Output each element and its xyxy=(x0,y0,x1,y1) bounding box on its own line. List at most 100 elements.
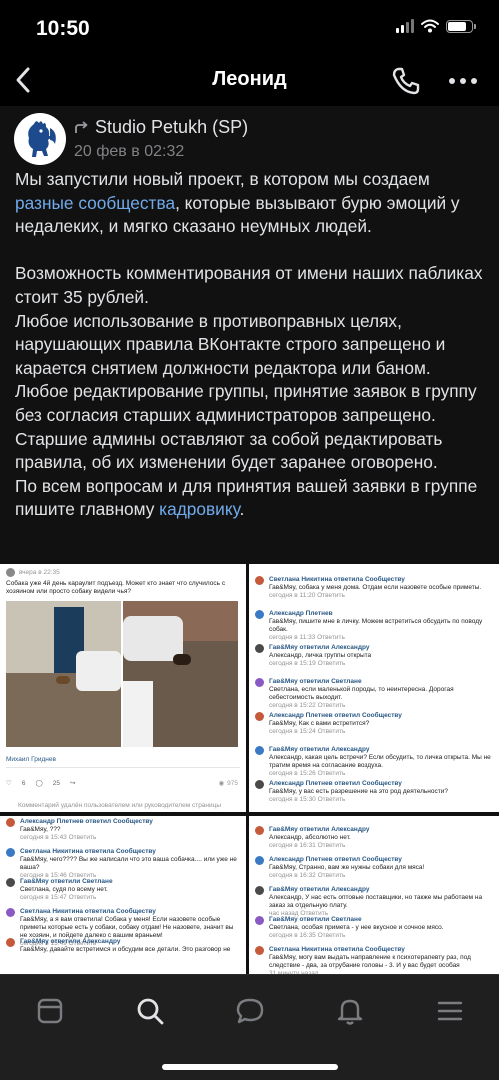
post-text-span: По всем вопросам и для принятия вашей за… xyxy=(15,475,478,520)
post-text: Мы запустили новый проект, в котором мы … xyxy=(15,168,488,522)
attachment-photo-2[interactable]: Светлана Никитина ответила Сообществу Гав… xyxy=(249,564,499,812)
comment-author: Гав&Мяу ответили Александру xyxy=(269,886,370,893)
avatar xyxy=(6,938,15,947)
avatar xyxy=(255,856,264,865)
comment-author: Светлана Никитина ответила Сообществу xyxy=(20,848,156,855)
share-icon: ↪ xyxy=(69,780,76,787)
post-header[interactable]: Studio Petukh (SP) 20 фев в 02:32 xyxy=(14,113,484,169)
comment-author: Гав&Мяу ответили Светлане xyxy=(269,678,362,685)
comment-meta: сегодня в 16:32 Ответить xyxy=(269,872,346,879)
comment-row: Александр Плетнев ответил Сообществу Гав&… xyxy=(6,818,240,842)
comment-text: Александр, абсолютно нет. xyxy=(269,834,351,841)
link-communities[interactable]: разные сообщества xyxy=(15,193,175,213)
post-text-span: Мы запустили новый проект, в котором мы … xyxy=(15,169,430,189)
status-bar: 10:50 xyxy=(0,0,499,56)
status-time: 10:50 xyxy=(36,17,90,40)
tab-notifications[interactable] xyxy=(330,991,370,1031)
more-icon[interactable] xyxy=(449,68,477,94)
comment-author: Гав&Мяу ответили Александру xyxy=(269,826,370,833)
avatar xyxy=(255,916,264,925)
shot-text: Собака уже 4й день караулит подъезд. Мож… xyxy=(6,580,226,595)
avatar xyxy=(6,848,15,857)
avatar xyxy=(255,576,264,585)
tab-search[interactable] xyxy=(130,991,170,1031)
comment-author: Гав&Мяу ответили Александру xyxy=(20,938,121,945)
avatar xyxy=(6,568,15,577)
bell-icon xyxy=(337,999,363,1025)
post-paragraph: Старшие админы оставляют за собой редакт… xyxy=(15,428,443,473)
comment-text: Гав&Мяу, у вас есть разрешение на это ро… xyxy=(269,788,448,795)
shot-footer: Комментарий удалён пользователем или рук… xyxy=(18,802,222,809)
post-paragraph: По всем вопросам и для принятия вашей за… xyxy=(15,475,488,522)
comment-author: Александр Плетнев ответил Сообществу xyxy=(269,712,402,719)
tab-messages[interactable] xyxy=(230,991,270,1031)
comment-author: Гав&Мяу ответили Светлане xyxy=(269,916,362,923)
post-date: 20 фев в 02:32 xyxy=(74,143,185,160)
comment-row: Светлана Никитина ответила Сообществу Гав… xyxy=(255,946,493,974)
tab-home[interactable] xyxy=(30,991,70,1031)
comment-row: Светлана Никитина ответила Сообществу Гав… xyxy=(255,576,493,600)
chat-title: Леонид xyxy=(212,68,287,90)
repost-icon xyxy=(75,121,88,133)
comment-body: Гав&Мяу ответили Светлане Светлана, особа… xyxy=(269,916,444,940)
attachment-photo-3[interactable]: Александр Плетнев ответил Сообществу Гав&… xyxy=(0,816,246,974)
comment-row: Гав&Мяу ответили Светлане Светлана, если … xyxy=(255,678,493,710)
avatar xyxy=(255,886,264,895)
link-recruiter[interactable]: кадровику xyxy=(159,499,239,519)
comment-body: Светлана Никитина ответила Сообществу Гав… xyxy=(20,848,240,880)
post-paragraph: Любое использование в противоправных цел… xyxy=(15,310,446,378)
comment-row: Гав&Мяу ответили Александру Александр, аб… xyxy=(255,826,493,850)
avatar[interactable] xyxy=(14,113,66,165)
comment-body: Александр Плетнев Гав&Мяу, пишите мне в л… xyxy=(269,610,493,642)
message-content: Studio Petukh (SP) 20 фев в 02:32 Мы зап… xyxy=(0,106,499,974)
like-count: 6 xyxy=(21,780,26,787)
author-line[interactable]: Studio Petukh (SP) xyxy=(74,117,248,138)
comment-body: Гав&Мяу ответили Светлане Светлана, если … xyxy=(269,678,493,710)
attachment-photo-4[interactable]: Гав&Мяу ответили Александру Александр, аб… xyxy=(249,816,499,974)
avatar xyxy=(6,908,15,917)
post-author[interactable]: Studio Petukh (SP) xyxy=(95,117,248,138)
messages-icon xyxy=(236,998,264,1024)
shot-stats: ♡ 6 ◯ 25 ↪ xyxy=(6,780,75,788)
comment-meta: сегодня в 15:47 Ответить xyxy=(20,894,97,901)
comment-author: Гав&Мяу ответили Александру xyxy=(269,644,370,651)
comment-row: Александр Плетнев Гав&Мяу, пишите мне в л… xyxy=(255,610,493,642)
comment-body: Гав&Мяу ответили Александру Гав&Мяу, дава… xyxy=(20,938,230,954)
comment-meta: сегодня в 16:31 Ответить xyxy=(269,842,346,849)
menu-icon xyxy=(437,1001,463,1021)
shot-author: Михаил Гриднев xyxy=(6,756,56,763)
tab-menu[interactable] xyxy=(430,991,470,1031)
post-paragraph: Мы запустили новый проект, в котором мы … xyxy=(15,168,488,239)
search-icon xyxy=(137,998,164,1025)
comment-author: Гав&Мяу ответили Светлане xyxy=(20,878,113,885)
comment-meta: сегодня в 15:19 Ответить xyxy=(269,660,346,667)
comment-row: Александр Плетнев ответил Сообществу Гав&… xyxy=(255,856,493,880)
comment-body: Гав&Мяу ответили Александру Александр, аб… xyxy=(269,826,369,850)
shot-time: вчера в 22:35 xyxy=(19,568,60,576)
phone-icon[interactable] xyxy=(391,66,421,96)
attachment-photo-1[interactable]: вчера в 22:35 Собака уже 4й день караули… xyxy=(0,564,246,812)
rooster-logo-icon xyxy=(28,121,56,157)
comment-body: Гав&Мяу ответили Александру Александр, ка… xyxy=(269,746,493,778)
comment-author: Светлана Никитина ответила Сообществу xyxy=(269,576,405,583)
comment-author: Александр Плетнев ответил Сообществу xyxy=(269,780,402,787)
comment-text: Гав&Мяу, Как с вами встретится? xyxy=(269,720,370,727)
avatar xyxy=(255,780,264,789)
comment-body: Александр Плетнев ответил Сообществу Гав&… xyxy=(269,712,402,736)
heart-icon: ♡ xyxy=(6,780,12,787)
avatar xyxy=(255,712,264,721)
comment-meta: сегодня в 15:26 Ответить xyxy=(269,770,346,777)
comment-text: Гав&Мяу, Странно, вам же нужны собаки дл… xyxy=(269,864,425,871)
comment-count: 25 xyxy=(52,780,60,787)
avatar xyxy=(255,746,264,755)
nav-bar: Леонид xyxy=(0,56,499,106)
comment-body: Светлана Никитина ответила Сообществу Гав… xyxy=(269,576,481,600)
avatar xyxy=(255,826,264,835)
comment-body: Гав&Мяу ответили Александру Александр, ли… xyxy=(269,644,371,668)
comment-text: Гав&Мяу, пишите мне в личку. Можем встре… xyxy=(269,618,483,633)
comment-text: Александр, У нас есть оптовые поставщики… xyxy=(269,894,483,909)
comment-body: Светлана Никитина ответила Сообществу Гав… xyxy=(269,946,493,974)
comment-row: Гав&Мяу ответили Светлане Светлана, судя … xyxy=(6,878,240,902)
comment-meta: сегодня в 11:20 Ответить xyxy=(269,592,345,599)
